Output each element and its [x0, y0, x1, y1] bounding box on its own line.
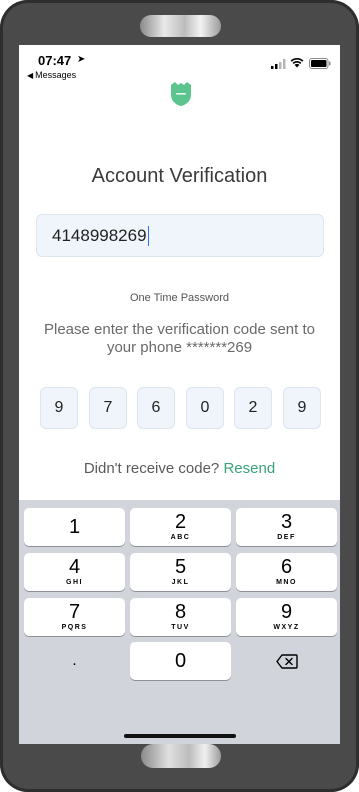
- wifi-icon: [290, 58, 304, 68]
- back-app-label: Messages: [35, 70, 77, 80]
- key-letters: ABC: [170, 534, 191, 541]
- key-5[interactable]: 5 JKL: [130, 553, 231, 591]
- otp-digit-2[interactable]: 7: [89, 387, 127, 429]
- location-arrow-icon: ➤: [77, 54, 86, 65]
- device-home-button: [141, 744, 221, 768]
- key-8[interactable]: 8 TUV: [130, 598, 231, 636]
- battery-icon: [309, 58, 331, 69]
- key-letters: WXYZ: [273, 624, 300, 631]
- otp-digit-5[interactable]: 2: [234, 387, 272, 429]
- key-letters: PQRS: [61, 624, 88, 631]
- key-number: 1: [68, 516, 81, 538]
- resend-prompt: Didn't receive code? Resend: [19, 460, 340, 477]
- otp-digit-6[interactable]: 9: [283, 387, 321, 429]
- otp-label: One Time Password: [129, 292, 230, 304]
- key-0[interactable]: 0: [130, 642, 231, 680]
- device-frame: 07:47 ➤ ◀Messages Account Verification: [0, 0, 359, 792]
- phone-number-value: 4148998269: [52, 225, 147, 245]
- back-to-app-button[interactable]: ◀ Messages: [27, 70, 76, 80]
- signal-icon: [271, 59, 286, 69]
- key-decimal[interactable]: .: [24, 642, 125, 680]
- key-number: 4: [68, 556, 81, 578]
- key-9[interactable]: 9 WXYZ: [236, 598, 337, 636]
- key-number: 6: [280, 556, 293, 578]
- resend-link[interactable]: Resend: [223, 460, 275, 477]
- numeric-keyboard: 1 2 ABC 3 DEF 4 GHI 5 JKL 6 MNO 7 PQRS 8…: [19, 500, 340, 744]
- otp-digit-3[interactable]: 6: [137, 387, 175, 429]
- text-cursor: [147, 225, 149, 246]
- key-number: 3: [280, 511, 293, 533]
- resend-prompt-text: Didn't receive code?: [83, 460, 220, 477]
- key-7[interactable]: 7 PQRS: [24, 598, 125, 636]
- key-number: 9: [280, 601, 293, 623]
- otp-instructions: Please enter the verification code sent …: [44, 321, 315, 356]
- key-number: 2: [174, 511, 187, 533]
- otp-digit-1[interactable]: 9: [40, 387, 78, 429]
- key-letters: DEF: [277, 534, 296, 541]
- key-letters: TUV: [171, 624, 190, 631]
- key-number: 7: [68, 601, 81, 623]
- key-2[interactable]: 2 ABC: [130, 508, 231, 546]
- home-indicator[interactable]: [124, 734, 236, 738]
- status-time: 07:47: [38, 53, 72, 68]
- key-letters: JKL: [171, 579, 190, 586]
- device-speaker: [140, 15, 221, 37]
- key-number: 8: [174, 601, 187, 623]
- back-arrow-icon: ◀: [27, 71, 34, 80]
- key-3[interactable]: 3 DEF: [236, 508, 337, 546]
- otp-code-inputs: 9 7 6 0 2 9: [40, 387, 324, 429]
- page-title: Account Verification: [91, 165, 268, 187]
- delete-key[interactable]: [236, 642, 337, 680]
- key-number: 0: [174, 650, 187, 672]
- phone-screen: 07:47 ➤ ◀Messages Account Verification: [19, 45, 340, 744]
- app-logo-icon: [171, 82, 191, 106]
- key-6[interactable]: 6 MNO: [236, 553, 337, 591]
- backspace-icon: [275, 653, 298, 669]
- phone-number-input[interactable]: 4148998269: [36, 214, 324, 257]
- key-letters: MNO: [276, 579, 297, 586]
- key-4[interactable]: 4 GHI: [24, 553, 125, 591]
- otp-digit-4[interactable]: 0: [186, 387, 224, 429]
- key-number: 5: [174, 556, 187, 578]
- key-1[interactable]: 1: [24, 508, 125, 546]
- key-letters: GHI: [66, 579, 83, 586]
